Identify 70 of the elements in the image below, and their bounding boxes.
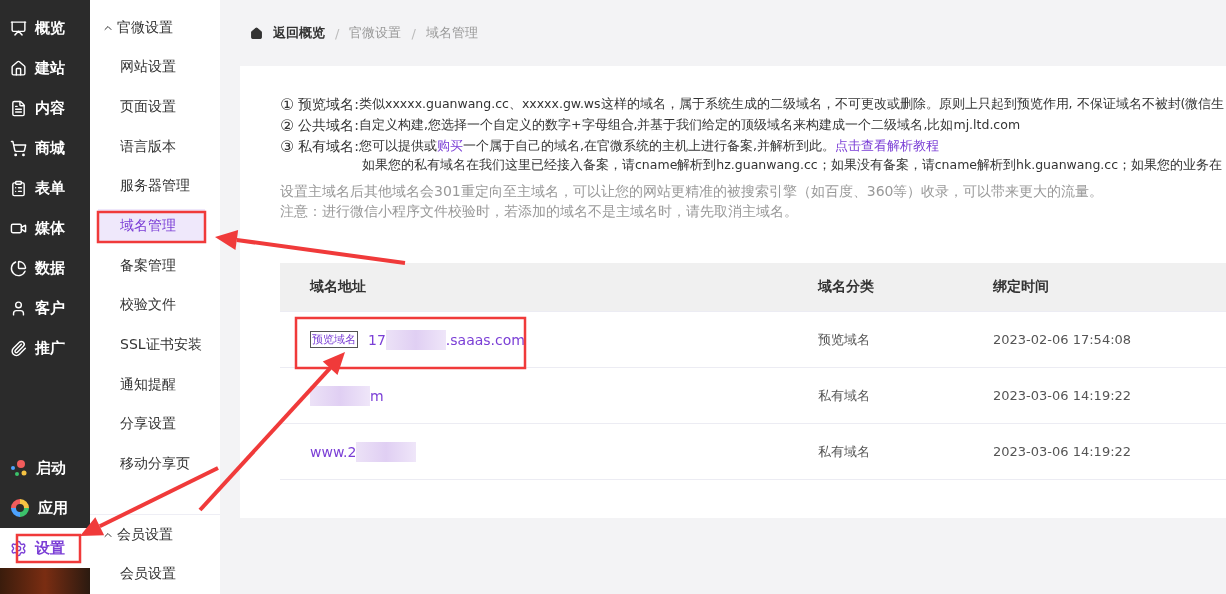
nav-item[interactable]: 推广 [0, 328, 90, 368]
note-text: 您可以提供或 [359, 138, 438, 153]
nav-item[interactable]: 表单 [0, 168, 90, 208]
note-text: 如果您的私有域名在我们这里已经接入备案，请cname解析到hz.guanwang.cc；如果没有备案，请cname解析到hk.guanwang.cc；如果您的业务在 [361, 157, 1224, 174]
circled-number: ① [280, 95, 295, 114]
nav-item[interactable]: 应用 [0, 488, 90, 528]
pie-chart-icon [10, 259, 27, 277]
hint-text: 注意：进行微信小程序文件校验时，若添加的域名不是主域名时，请先取消主域名。 [280, 203, 799, 221]
column-header: 域名地址 [310, 278, 367, 296]
nav-item[interactable]: 商城 [0, 128, 90, 168]
table-cell-text: 2023-02-06 17:54:08 [993, 332, 1133, 347]
nav-item[interactable]: 内容 [0, 88, 90, 128]
column-header: 绑定时间 [993, 278, 1050, 296]
colored-dots-icon [10, 459, 28, 477]
circled-number: ③ [280, 137, 295, 156]
redaction-blur [310, 385, 370, 406]
menu-item[interactable]: 网站设置 [98, 50, 205, 85]
table-cell-text: 私有域名 [818, 386, 871, 405]
home-icon [250, 26, 263, 40]
link[interactable]: 点击查看解析教程 [835, 138, 939, 153]
column-header: 域名分类 [818, 278, 875, 296]
note-text: 类似xxxxx.guanwang.cc、xxxxx.gw.ws这样的域名，属于系统生成的二级域名，不可更改或删除。原则上只起到预览作用, 不保证域名不被封(微信生 [359, 96, 1225, 111]
paperclip-icon [10, 339, 27, 357]
nav-item[interactable]: 概览 [0, 8, 90, 48]
note-label: 公共域名: [298, 116, 360, 135]
menu-item[interactable]: 移动分享页 [98, 447, 205, 481]
note-label: 私有域名: [298, 137, 360, 156]
settings-icon [10, 539, 27, 557]
user-icon [10, 299, 27, 317]
menu-item[interactable]: 备案管理 [98, 248, 205, 283]
menu-item[interactable]: 服务器管理 [98, 169, 205, 204]
nav-item[interactable]: 客户 [0, 288, 90, 328]
domain-link[interactable]: 预览域名 17 .saaas.com [310, 329, 818, 350]
colored-ring-icon [10, 498, 30, 518]
arrow-icon [215, 230, 406, 265]
menu-item[interactable]: 校验文件 [98, 288, 205, 323]
breadcrumb-separator: / [335, 25, 340, 41]
domain-link[interactable]: www.2 [310, 441, 818, 462]
redaction-blur [356, 441, 417, 462]
menu-item[interactable]: SSL证书安装 [98, 328, 205, 362]
hint-text: 设置主域名后其他域名会301重定向至主域名，可以让您的网站更精准的被搜索引擎（如百度、360等）收录，可以带来更大的流量。 [280, 183, 1105, 201]
list-icon [10, 179, 27, 197]
cart-icon [10, 139, 27, 157]
redaction-blur [385, 329, 446, 350]
link[interactable]: 购买 [437, 138, 464, 153]
nav-item[interactable]: 媒体 [0, 208, 90, 248]
table-cell-text: 预览域名 [818, 330, 871, 349]
menu-item[interactable]: 会员设置 [98, 557, 205, 592]
menu-item[interactable]: 语言版本 [98, 129, 205, 164]
domain-link[interactable]: m [310, 385, 818, 406]
nav-item[interactable]: 启动 [0, 448, 90, 488]
table-cell-text: 私有域名 [818, 442, 871, 461]
note-label: 预览域名: [298, 95, 360, 114]
menu-item[interactable]: 分享设置 [98, 407, 205, 442]
table-cell-text: 2023-03-06 14:19:22 [993, 444, 1133, 459]
nav-item[interactable]: 数据 [0, 248, 90, 288]
note-text: 自定义构建,您选择一个自定义的数字+字母组合,并基于我们给定的顶级域名来构建成一个二级域名,比如mj.ltd.com [359, 117, 1021, 132]
table-cell-text: 2023-03-06 14:19:22 [993, 388, 1133, 403]
breadcrumb-link[interactable]: 返回概览 [273, 24, 325, 42]
board-icon [10, 19, 27, 37]
home-icon [10, 59, 27, 77]
menu-group-header[interactable]: 官微设置 [90, 8, 220, 48]
breadcrumb-separator: / [411, 25, 416, 41]
menu-item[interactable]: 通知提醒 [98, 367, 205, 402]
note-text: 一个属于自己的域名,在官微系统的主机上进行备案,并解析到此。 [463, 138, 835, 153]
document-icon [10, 99, 27, 117]
menu-item[interactable]: 页面设置 [98, 90, 205, 124]
circled-number: ② [280, 116, 295, 135]
nav-item[interactable]: 建站 [0, 48, 90, 88]
highlight-frame [15, 533, 82, 564]
